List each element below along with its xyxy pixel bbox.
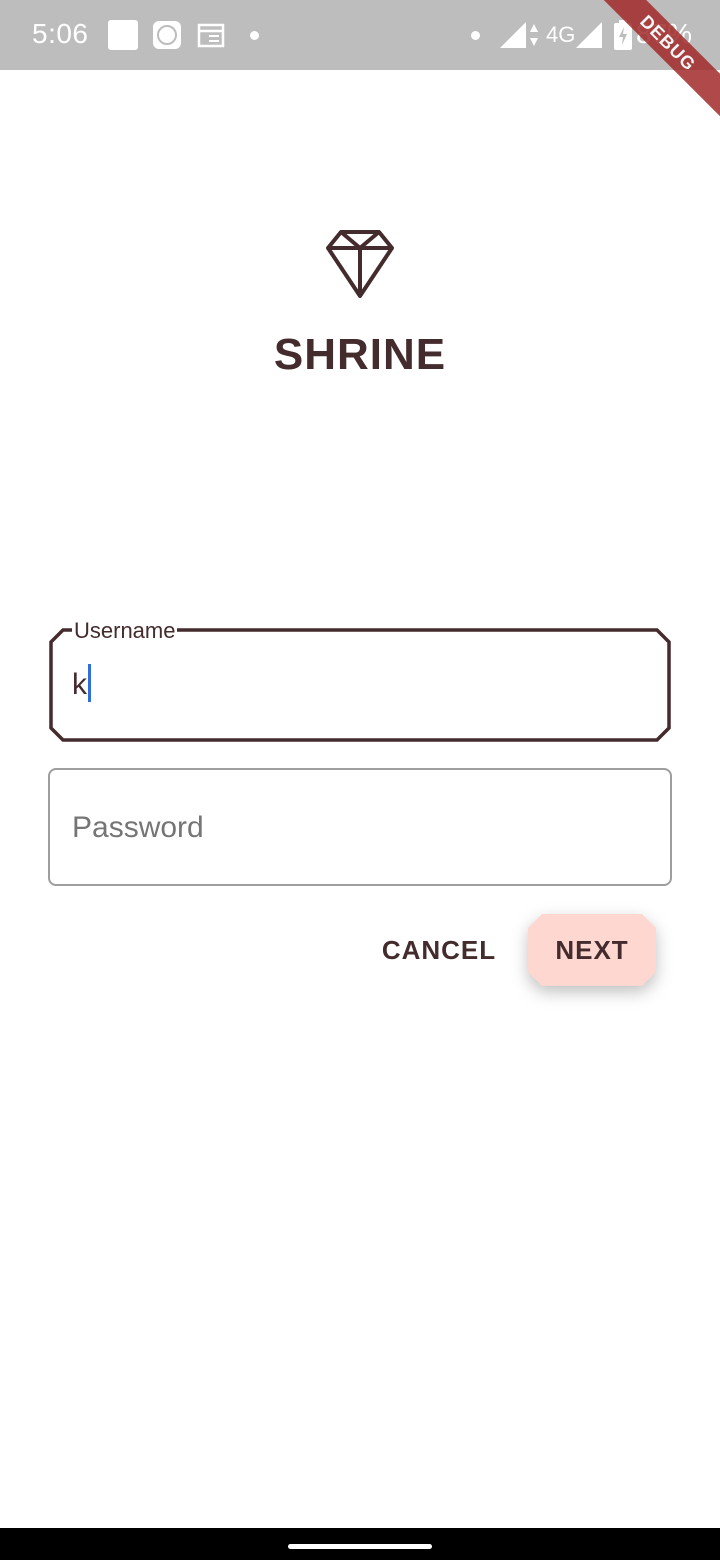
- next-button-container: NEXT: [528, 914, 656, 986]
- status-bar: 5:06 4G 87%: [0, 0, 720, 70]
- username-input[interactable]: k: [72, 668, 87, 702]
- home-indicator[interactable]: [288, 1544, 432, 1549]
- text-cursor: [88, 664, 91, 702]
- username-field-border: [49, 628, 671, 742]
- logo: [0, 228, 720, 300]
- diamond-icon: [326, 230, 394, 298]
- signal-strength-icon: [576, 22, 602, 48]
- next-button[interactable]: NEXT: [528, 914, 656, 986]
- cancel-button[interactable]: CANCEL: [368, 916, 510, 984]
- password-field[interactable]: [48, 768, 672, 886]
- navigation-bar: [0, 1528, 720, 1560]
- password-input[interactable]: [72, 808, 642, 848]
- username-label: Username: [72, 618, 178, 644]
- mi-app-icon: [153, 21, 181, 49]
- notification-app-icon: [108, 20, 138, 50]
- signal-strength-icon: [500, 22, 538, 48]
- network-type-label: 4G: [546, 22, 576, 47]
- username-field[interactable]: [49, 628, 671, 742]
- status-time: 5:06: [32, 18, 89, 49]
- app-title: SHRINE: [273, 330, 447, 379]
- more-notifications-dot-icon: [250, 31, 259, 40]
- status-dot-icon: [471, 31, 480, 40]
- calendar-notification-icon: [197, 23, 225, 48]
